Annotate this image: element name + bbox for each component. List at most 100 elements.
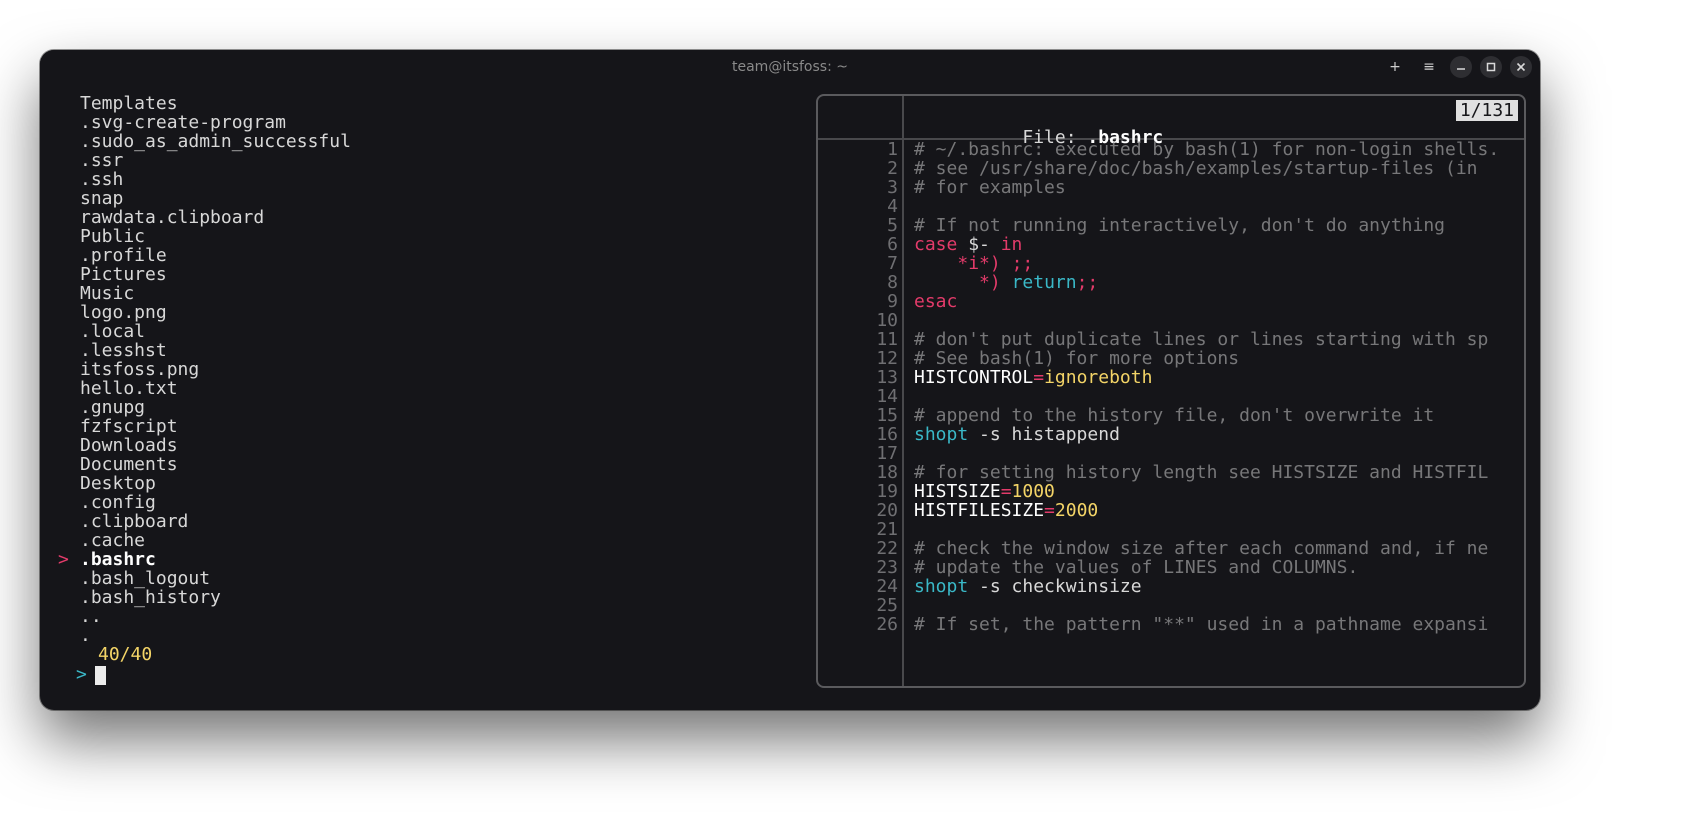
list-item-label: .ssr bbox=[80, 150, 123, 171]
list-item-label: .sudo_as_admin_successful bbox=[80, 131, 351, 152]
fzf-file-list[interactable]: Templates.svg-create-program.sudo_as_adm… bbox=[58, 94, 818, 686]
list-item-label: .profile bbox=[80, 245, 167, 266]
code-text: HISTSIZE=1000 bbox=[914, 482, 1518, 501]
code-line: 7 *i*) ;; bbox=[818, 254, 1524, 273]
list-item-label: .bash_logout bbox=[80, 568, 210, 589]
line-number: 1 bbox=[818, 140, 898, 159]
window-title: team@itsfoss: ~ bbox=[732, 59, 848, 75]
list-item[interactable]: Public bbox=[58, 227, 818, 246]
list-item[interactable]: .cache bbox=[58, 531, 818, 550]
close-button[interactable] bbox=[1510, 56, 1532, 78]
list-item-label: Music bbox=[80, 283, 134, 304]
list-item[interactable]: .lesshst bbox=[58, 341, 818, 360]
code-line: 14 bbox=[818, 387, 1524, 406]
list-item[interactable]: .local bbox=[58, 322, 818, 341]
list-item[interactable]: fzfscript bbox=[58, 417, 818, 436]
code-text: case $- in bbox=[914, 235, 1518, 254]
list-item-label: .gnupg bbox=[80, 397, 145, 418]
list-item[interactable]: Pictures bbox=[58, 265, 818, 284]
minimize-button[interactable] bbox=[1450, 56, 1472, 78]
line-number: 8 bbox=[818, 273, 898, 292]
list-item-label: .bash_history bbox=[80, 587, 221, 608]
terminal-content: Templates.svg-create-program.sudo_as_adm… bbox=[40, 84, 1540, 710]
list-item[interactable]: Desktop bbox=[58, 474, 818, 493]
list-item[interactable]: .clipboard bbox=[58, 512, 818, 531]
code-text: # ~/.bashrc: executed by bash(1) for non… bbox=[914, 140, 1518, 159]
list-item[interactable]: .gnupg bbox=[58, 398, 818, 417]
cursor bbox=[95, 666, 106, 685]
list-item[interactable]: .profile bbox=[58, 246, 818, 265]
list-item[interactable]: rawdata.clipboard bbox=[58, 208, 818, 227]
list-item[interactable]: itsfoss.png bbox=[58, 360, 818, 379]
list-item-label: .config bbox=[80, 492, 156, 513]
list-item[interactable]: .sudo_as_admin_successful bbox=[58, 132, 818, 151]
list-item[interactable]: Documents bbox=[58, 455, 818, 474]
code-text: # append to the history file, don't over… bbox=[914, 406, 1518, 425]
code-text: # check the window size after each comma… bbox=[914, 539, 1518, 558]
code-line: 9 esac bbox=[818, 292, 1524, 311]
line-number: 10 bbox=[818, 311, 898, 330]
code-text: # for setting history length see HISTSIZ… bbox=[914, 463, 1518, 482]
code-text: *i*) ;; bbox=[914, 254, 1518, 273]
list-item[interactable]: hello.txt bbox=[58, 379, 818, 398]
list-item[interactable]: .bash_logout bbox=[58, 569, 818, 588]
list-item[interactable]: snap bbox=[58, 189, 818, 208]
list-item[interactable]: .svg-create-program bbox=[58, 113, 818, 132]
code-line: 11 # don't put duplicate lines or lines s… bbox=[818, 330, 1524, 349]
new-tab-icon[interactable]: + bbox=[1382, 55, 1408, 79]
list-item[interactable]: .. bbox=[58, 607, 818, 626]
list-item[interactable]: .ssr bbox=[58, 151, 818, 170]
preview-pane[interactable]: File: .bashrc 1/131 1 # ~/.bashrc: execut… bbox=[816, 94, 1526, 688]
prompt-symbol: > bbox=[76, 664, 87, 686]
menu-icon[interactable]: ≡ bbox=[1416, 55, 1442, 79]
list-item[interactable]: .ssh bbox=[58, 170, 818, 189]
code-line: 22# check the window size after each com… bbox=[818, 539, 1524, 558]
code-text: *) return;; bbox=[914, 273, 1518, 292]
list-item[interactable]: >.bashrc bbox=[58, 550, 818, 569]
line-number: 18 bbox=[818, 463, 898, 482]
code-text: HISTFILESIZE=2000 bbox=[914, 501, 1518, 520]
line-number: 6 bbox=[818, 235, 898, 254]
line-number: 24 bbox=[818, 577, 898, 596]
titlebar[interactable]: team@itsfoss: ~ + ≡ bbox=[40, 50, 1540, 84]
list-item[interactable]: .bash_history bbox=[58, 588, 818, 607]
list-item[interactable]: Downloads bbox=[58, 436, 818, 455]
code-line: 21 bbox=[818, 520, 1524, 539]
maximize-button[interactable] bbox=[1480, 56, 1502, 78]
code-line: 24shopt -s checkwinsize bbox=[818, 577, 1524, 596]
line-number: 17 bbox=[818, 444, 898, 463]
code-line: 25 bbox=[818, 596, 1524, 615]
list-item[interactable]: . bbox=[58, 626, 818, 645]
preview-body[interactable]: 1 # ~/.bashrc: executed by bash(1) for no… bbox=[818, 140, 1524, 686]
list-item[interactable]: Music bbox=[58, 284, 818, 303]
code-text: esac bbox=[914, 292, 1518, 311]
list-item-label: snap bbox=[80, 188, 123, 209]
code-text: HISTCONTROL=ignoreboth bbox=[914, 368, 1518, 387]
preview-header: File: .bashrc 1/131 bbox=[818, 96, 1524, 140]
line-number: 13 bbox=[818, 368, 898, 387]
code-line: 8 *) return;; bbox=[818, 273, 1524, 292]
list-item-label: .. bbox=[80, 606, 102, 627]
code-line: 12# See bash(1) for more options bbox=[818, 349, 1524, 368]
code-line: 3# for examples bbox=[818, 178, 1524, 197]
code-line: 6 case $- in bbox=[818, 235, 1524, 254]
list-item[interactable]: .config bbox=[58, 493, 818, 512]
line-number: 9 bbox=[818, 292, 898, 311]
terminal-window: team@itsfoss: ~ + ≡ Templates.svg-create… bbox=[40, 50, 1540, 710]
list-item-label: Templates bbox=[80, 93, 178, 114]
list-item-label: .lesshst bbox=[80, 340, 167, 361]
code-line: 5# If not running interactively, don't d… bbox=[818, 216, 1524, 235]
list-item-label: Documents bbox=[80, 454, 178, 475]
list-item-label: .cache bbox=[80, 530, 145, 551]
list-item[interactable]: logo.png bbox=[58, 303, 818, 322]
line-number: 11 bbox=[818, 330, 898, 349]
code-line: 10 bbox=[818, 311, 1524, 330]
line-number: 26 bbox=[818, 615, 898, 634]
list-item[interactable]: Templates bbox=[58, 94, 818, 113]
list-item-label: .clipboard bbox=[80, 511, 188, 532]
list-item-label: . bbox=[80, 625, 91, 646]
line-number: 5 bbox=[818, 216, 898, 235]
fzf-prompt[interactable]: > bbox=[58, 664, 818, 686]
line-number: 23 bbox=[818, 558, 898, 577]
code-text: # don't put duplicate lines or lines sta… bbox=[914, 330, 1518, 349]
